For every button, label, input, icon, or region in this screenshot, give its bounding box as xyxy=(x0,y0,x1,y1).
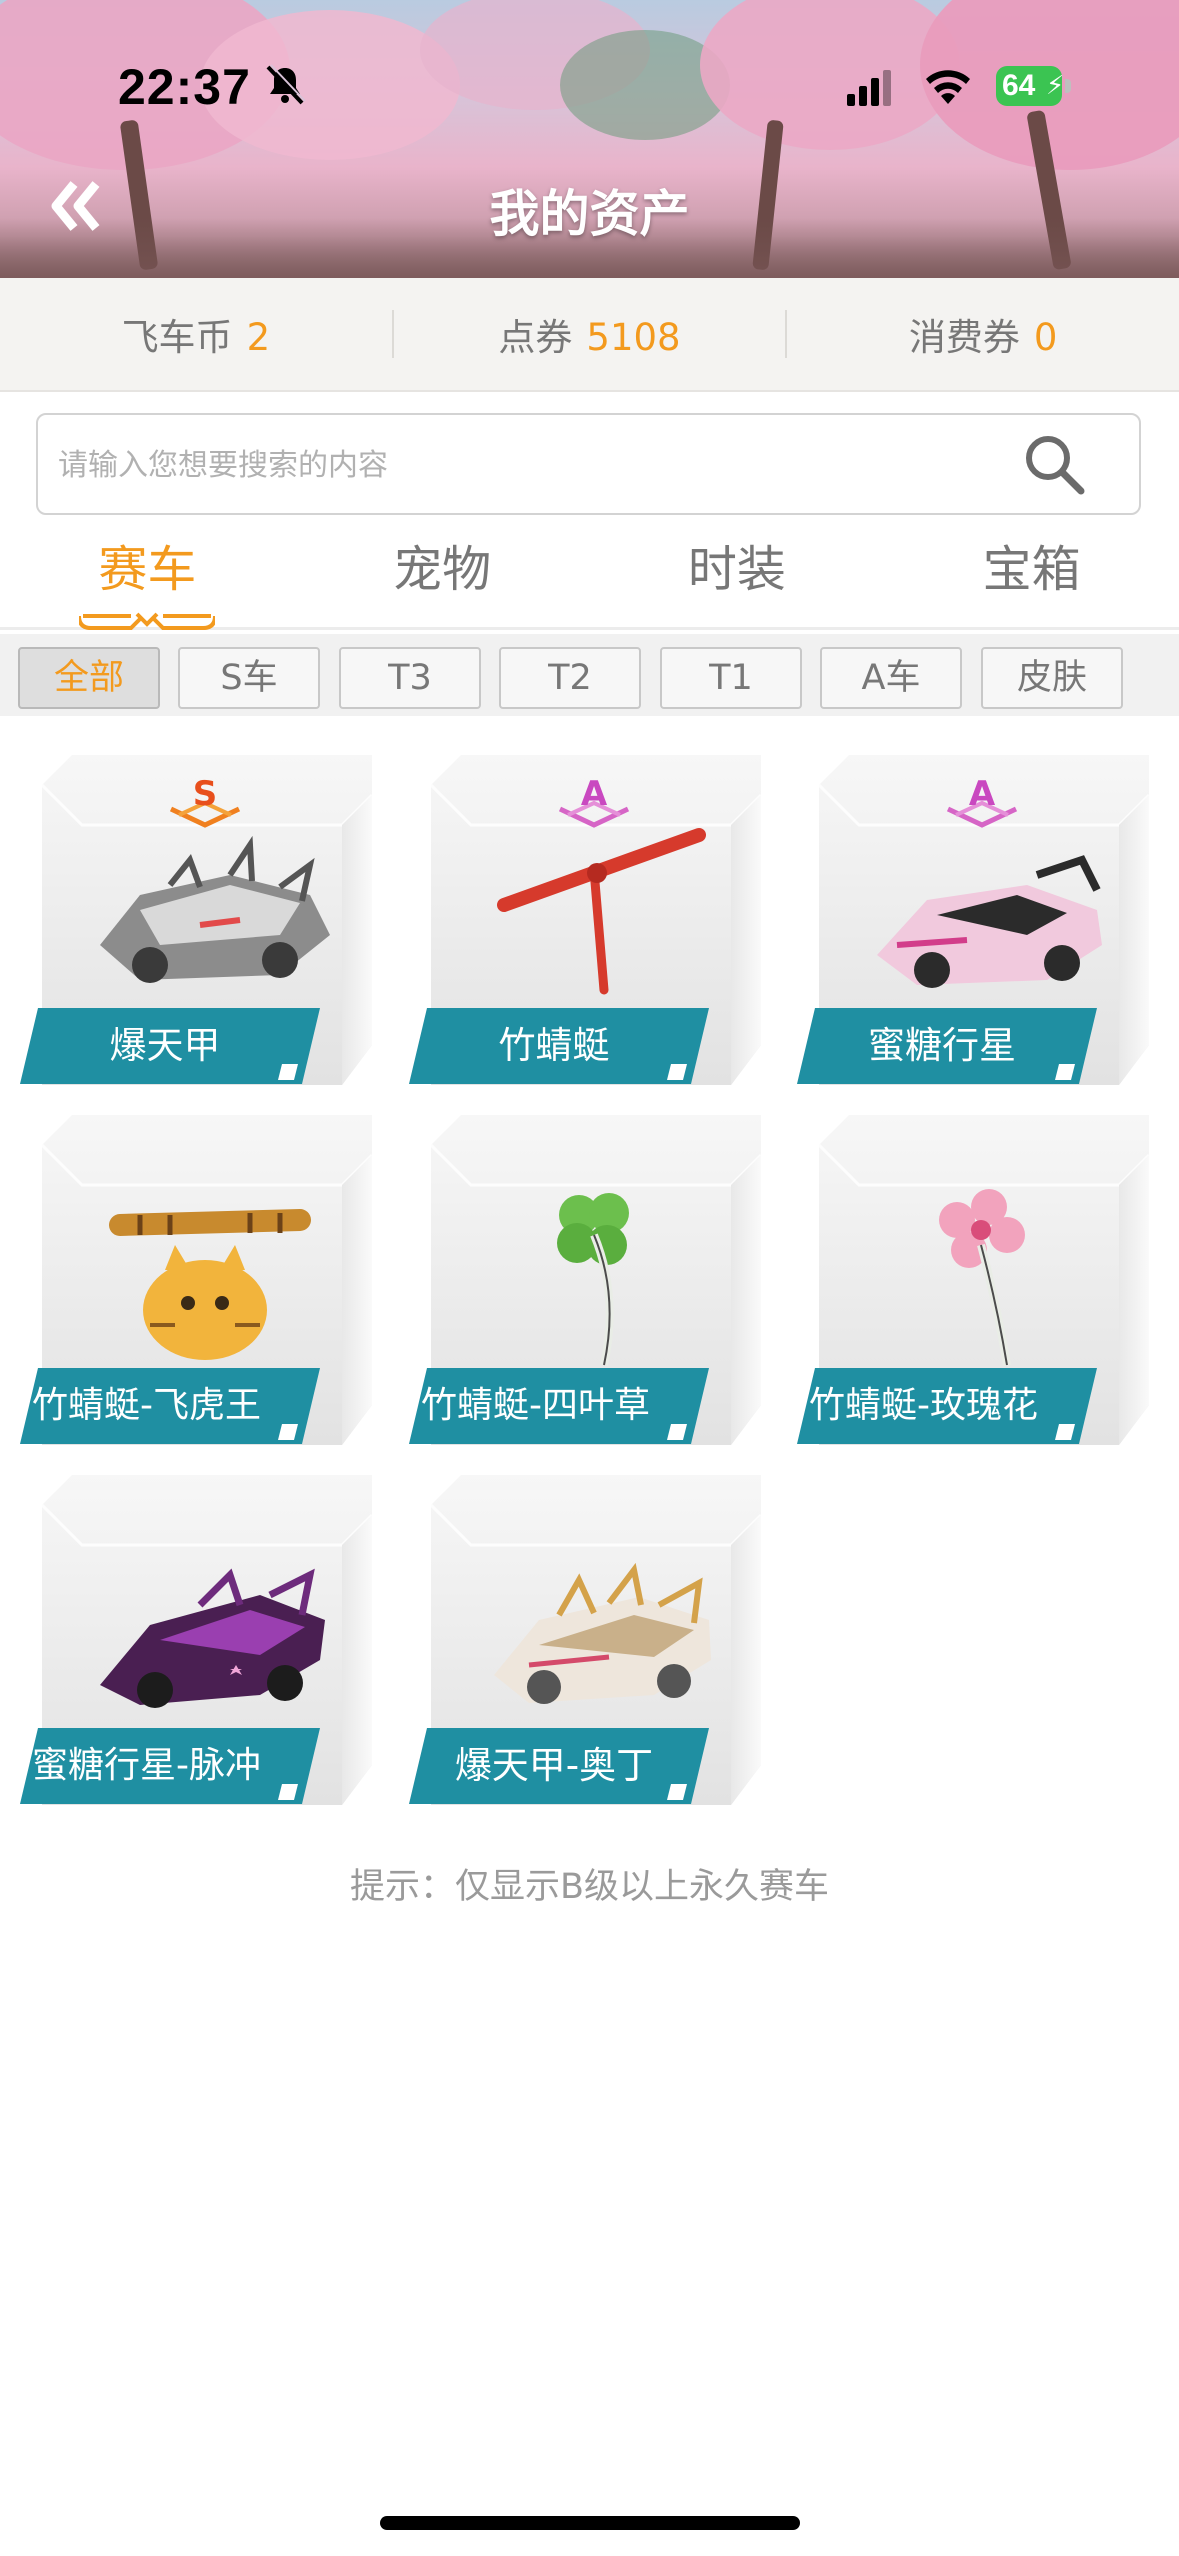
page-title: 我的资产 xyxy=(489,185,690,243)
balance-value: 5108 xyxy=(586,316,681,359)
item-name-banner: 竹蜻蜓-玫瑰花 xyxy=(797,1368,1097,1444)
asset-card[interactable]: A 蜜糖行星 xyxy=(797,755,1167,1090)
tab-cars[interactable]: 赛车 xyxy=(0,530,295,630)
filter-skins[interactable]: 皮肤 xyxy=(981,647,1123,709)
search-icon[interactable] xyxy=(1021,431,1087,497)
item-name-banner: 竹蜻蜓 xyxy=(409,1008,709,1084)
tab-label: 宝箱 xyxy=(982,541,1081,598)
item-name-banner: 蜜糖行星 xyxy=(797,1008,1097,1084)
search-input[interactable] xyxy=(58,437,998,493)
filter-a-class[interactable]: A车 xyxy=(820,647,962,709)
car-image xyxy=(877,855,1102,988)
filter-t2[interactable]: T2 xyxy=(499,647,641,709)
category-tabs: 赛车 宠物 时装 宝箱 xyxy=(0,530,1179,630)
battery-indicator: 64 ⚡ xyxy=(996,66,1072,106)
item-name-banner: 竹蜻蜓-飞虎王 xyxy=(20,1368,320,1444)
asset-card[interactable]: 竹蜻蜓-飞虎王 xyxy=(20,1115,390,1450)
asset-card[interactable]: 竹蜻蜓-玫瑰花 xyxy=(797,1115,1167,1450)
item-name-banner: 竹蜻蜓-四叶草 xyxy=(409,1368,709,1444)
item-name: 竹蜻蜓 xyxy=(498,1024,610,1067)
balance-label: 消费券 xyxy=(908,316,1020,359)
filter-t1[interactable]: T1 xyxy=(660,647,802,709)
item-name-banner: 爆天甲 xyxy=(20,1008,320,1084)
search-box xyxy=(36,413,1141,515)
balance-label: 点券 xyxy=(498,316,573,359)
item-name: 爆天甲-奥丁 xyxy=(454,1744,654,1787)
asset-card[interactable]: 爆天甲-奥丁 xyxy=(409,1475,779,1810)
item-name: 竹蜻蜓-飞虎王 xyxy=(32,1385,261,1426)
balance-label: 飞车币 xyxy=(121,316,233,359)
status-time: 22:37 xyxy=(118,59,251,115)
flower-copter-image xyxy=(939,1189,1025,1366)
clover-copter-image xyxy=(557,1193,629,1366)
tab-label: 时装 xyxy=(687,541,786,598)
filter-bar: 全部 S车 T3 T2 T1 A车 皮肤 xyxy=(0,634,1179,716)
balance-bar: 飞车币 2 点券 5108 消费券 0 xyxy=(0,278,1179,392)
filter-all[interactable]: 全部 xyxy=(18,647,160,709)
home-indicator[interactable] xyxy=(380,2516,800,2530)
balance-value: 2 xyxy=(246,316,271,359)
header-banner: 22:37 64 ⚡ 我的资产 xyxy=(0,0,1179,278)
asset-card[interactable]: S 爆天甲 xyxy=(20,755,390,1090)
wifi-icon xyxy=(926,70,970,104)
car-image xyxy=(100,1568,325,1708)
tab-label: 宠物 xyxy=(393,541,492,598)
tiger-copter-image xyxy=(109,1209,311,1360)
tab-label: 赛车 xyxy=(98,541,197,598)
hint-text: 提示：仅显示B级以上永久赛车 xyxy=(349,1867,829,1907)
bell-muted-icon xyxy=(266,64,306,105)
asset-card[interactable]: 竹蜻蜓-四叶草 xyxy=(409,1115,779,1450)
cellular-signal-icon xyxy=(847,70,891,106)
charging-bolt-icon: ⚡ xyxy=(1046,71,1065,101)
svg-text:S: S xyxy=(193,774,218,814)
balance-coins: 飞车币 2 xyxy=(0,307,392,361)
car-image xyxy=(100,835,330,983)
bamboo-copter-image xyxy=(497,828,706,995)
svg-text:A: A xyxy=(581,774,608,814)
filter-s-class[interactable]: S车 xyxy=(178,647,320,709)
balance-value: 0 xyxy=(1033,316,1058,359)
asset-card[interactable]: 蜜糖行星-脉冲 xyxy=(20,1475,390,1810)
car-image xyxy=(494,1562,711,1704)
tab-chests[interactable]: 宝箱 xyxy=(884,530,1179,627)
item-name: 爆天甲 xyxy=(109,1024,221,1067)
balance-vouchers: 消费券 0 xyxy=(787,307,1179,361)
item-name-banner: 蜜糖行星-脉冲 xyxy=(20,1728,320,1804)
filter-t3[interactable]: T3 xyxy=(339,647,481,709)
asset-card[interactable]: A 竹蜻蜓 xyxy=(409,755,779,1090)
balance-points: 点券 5108 xyxy=(394,307,786,361)
active-tab-indicator xyxy=(79,612,216,630)
item-name: 蜜糖行星-脉冲 xyxy=(32,1745,261,1786)
svg-text:A: A xyxy=(969,774,996,814)
tab-outfits[interactable]: 时装 xyxy=(590,530,885,627)
item-name-banner: 爆天甲-奥丁 xyxy=(409,1728,709,1804)
item-name: 竹蜻蜓-四叶草 xyxy=(421,1385,650,1426)
item-name: 竹蜻蜓-玫瑰花 xyxy=(809,1385,1038,1426)
tab-pets[interactable]: 宠物 xyxy=(295,530,590,627)
item-name: 蜜糖行星 xyxy=(868,1024,1016,1067)
